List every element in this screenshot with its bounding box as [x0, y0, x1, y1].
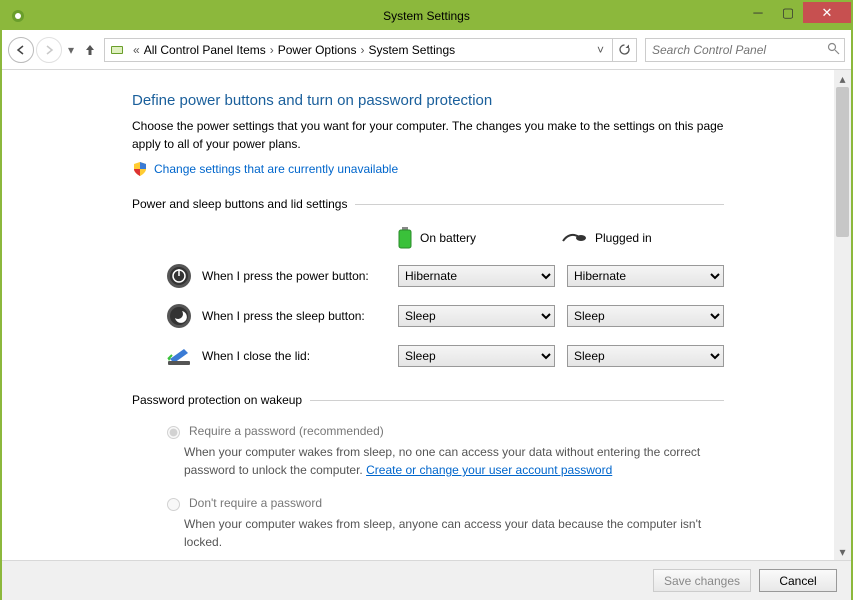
col-battery-label: On battery [420, 231, 476, 245]
window: System Settings ─ ▢ ✕ ▾ « All Control Pa… [0, 0, 853, 600]
col-battery: On battery [398, 227, 561, 249]
scroll-thumb[interactable] [836, 87, 849, 237]
require-password-radio [167, 426, 180, 439]
close-lid-label: When I close the lid: [202, 349, 398, 363]
crumb-system-settings[interactable]: System Settings [368, 43, 455, 57]
page-title: Define power buttons and turn on passwor… [132, 92, 724, 109]
page-description: Choose the power settings that you want … [132, 117, 724, 153]
content-area: Define power buttons and turn on passwor… [2, 70, 851, 560]
scroll-up-button[interactable]: ▴ [834, 70, 851, 87]
sleep-button-plugged-select[interactable]: Sleep [567, 305, 724, 327]
divider [310, 400, 724, 401]
chevron-right-icon: › [356, 43, 368, 57]
no-password-desc: When your computer wakes from sleep, any… [184, 515, 724, 551]
window-title: System Settings [2, 9, 851, 23]
laptop-lid-icon [166, 343, 192, 369]
sleep-button-icon [166, 303, 192, 329]
back-button[interactable] [8, 37, 34, 63]
row-close-lid: When I close the lid: Sleep Sleep [132, 343, 724, 369]
up-arrow-icon [83, 43, 97, 57]
no-password-label: Don't require a password [189, 496, 322, 510]
power-button-label: When I press the power button: [202, 269, 398, 283]
minimize-button[interactable]: ─ [743, 2, 773, 23]
sleep-button-battery-select[interactable]: Sleep [398, 305, 555, 327]
save-button[interactable]: Save changes [653, 569, 751, 592]
up-button[interactable] [82, 43, 98, 57]
power-button-battery-select[interactable]: Hibernate [398, 265, 555, 287]
uac-link-row: Change settings that are currently unava… [132, 161, 724, 177]
refresh-button[interactable] [613, 38, 637, 62]
sleep-button-label: When I press the sleep button: [202, 309, 398, 323]
back-arrow-icon [15, 44, 27, 56]
divider [355, 204, 724, 205]
close-lid-battery-select[interactable]: Sleep [398, 345, 555, 367]
password-section-title: Password protection on wakeup [132, 393, 724, 407]
no-password-radio [167, 498, 180, 511]
power-button-plugged-select[interactable]: Hibernate [567, 265, 724, 287]
maximize-button[interactable]: ▢ [773, 2, 803, 23]
row-power-button: When I press the power button: Hibernate… [132, 263, 724, 289]
power-columns-header: On battery Plugged in [132, 227, 724, 249]
plug-icon [561, 231, 587, 245]
search-box[interactable] [645, 38, 845, 62]
col-plugged-label: Plugged in [595, 231, 652, 245]
power-button-icon [166, 263, 192, 289]
breadcrumb-prefix: « [129, 43, 144, 57]
power-section-title: Power and sleep buttons and lid settings [132, 197, 724, 211]
scroll-down-button[interactable]: ▾ [834, 543, 851, 560]
search-icon[interactable] [827, 42, 840, 58]
titlebar: System Settings ─ ▢ ✕ [2, 2, 851, 30]
nav-history-dropdown[interactable]: ▾ [64, 43, 78, 57]
breadcrumb-dropdown[interactable]: ˅ [593, 43, 608, 57]
row-sleep-button: When I press the sleep button: Sleep Sle… [132, 303, 724, 329]
require-password-option: Require a password (recommended) When yo… [162, 423, 724, 479]
window-controls: ─ ▢ ✕ [743, 2, 851, 23]
crumb-all-items[interactable]: All Control Panel Items [144, 43, 266, 57]
control-panel-icon [109, 42, 125, 58]
cancel-button[interactable]: Cancel [759, 569, 837, 592]
battery-icon [398, 227, 412, 249]
nav-bar: ▾ « All Control Panel Items › Power Opti… [2, 30, 851, 70]
scrollbar-vertical[interactable]: ▴ ▾ [834, 70, 851, 560]
require-password-desc: When your computer wakes from sleep, no … [184, 443, 724, 479]
footer-bar: Save changes Cancel [2, 560, 851, 600]
power-grid: On battery Plugged in When I press the p… [132, 227, 724, 369]
change-password-link[interactable]: Create or change your user account passw… [366, 463, 612, 477]
breadcrumb[interactable]: « All Control Panel Items › Power Option… [104, 38, 613, 62]
forward-button[interactable] [36, 37, 62, 63]
scroll-track[interactable] [834, 87, 851, 543]
no-password-option: Don't require a password When your compu… [162, 495, 724, 551]
power-section-label: Power and sleep buttons and lid settings [132, 197, 347, 211]
require-password-label: Require a password (recommended) [189, 424, 384, 438]
forward-arrow-icon [43, 44, 55, 56]
col-plugged: Plugged in [561, 227, 724, 249]
shield-icon [132, 161, 148, 177]
password-section-label: Password protection on wakeup [132, 393, 302, 407]
content-scroll: Define power buttons and turn on passwor… [2, 70, 834, 560]
change-settings-link[interactable]: Change settings that are currently unava… [154, 162, 398, 176]
close-lid-plugged-select[interactable]: Sleep [567, 345, 724, 367]
crumb-power-options[interactable]: Power Options [278, 43, 357, 57]
refresh-icon [618, 43, 631, 56]
chevron-right-icon: › [266, 43, 278, 57]
search-input[interactable] [650, 42, 827, 58]
close-button[interactable]: ✕ [803, 2, 851, 23]
